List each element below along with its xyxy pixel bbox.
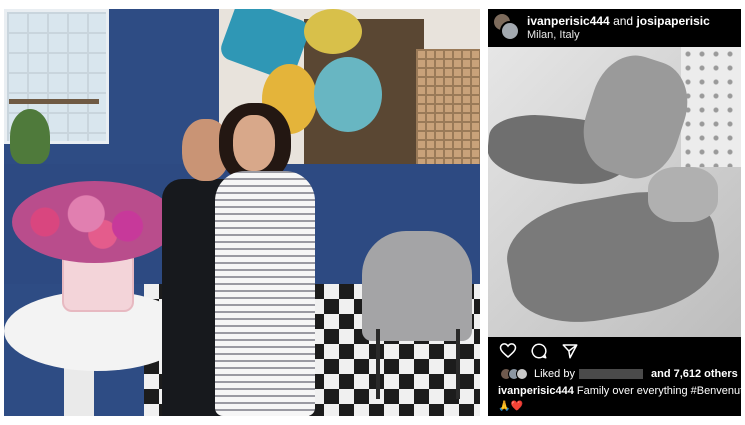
location-link[interactable]: Milan, Italy [527, 29, 580, 41]
woman [209, 103, 319, 416]
username-joiner: and [613, 14, 634, 28]
baby-hand [648, 167, 718, 222]
wall-shelf [9, 99, 99, 104]
post-header: ivanperisic444 and josipaperisic Milan, … [488, 9, 741, 47]
yellow-balloon [304, 9, 362, 54]
redacted-username [578, 369, 643, 379]
avatar[interactable] [500, 21, 520, 41]
instagram-post: ivanperisic444 and josipaperisic Milan, … [488, 9, 741, 416]
baby-clothing [681, 47, 741, 167]
comment-icon[interactable] [530, 342, 548, 360]
teal-balloon [314, 57, 382, 132]
post-caption: ivanperisic444 Family over everything #B… [498, 385, 741, 397]
post-actions [488, 339, 741, 363]
username-link[interactable]: ivanperisic444 [527, 14, 610, 28]
username-link[interactable]: josipaperisic [636, 14, 709, 28]
heart-icon[interactable] [499, 342, 517, 360]
couple-photo [4, 9, 480, 416]
caption-text: Family over everything #Benvenuto [576, 385, 741, 397]
plant [10, 109, 50, 164]
likes-count[interactable]: and 7,612 others [651, 368, 738, 380]
post-usernames: ivanperisic444 and josipaperisic [527, 14, 710, 28]
share-icon[interactable] [561, 342, 579, 360]
caption-emojis: 🙏❤️ [498, 401, 523, 412]
chair-leg [376, 329, 380, 399]
flower-bouquet [12, 181, 177, 263]
grey-chair [362, 231, 472, 341]
liker-avatar [516, 368, 528, 380]
caption-username[interactable]: ivanperisic444 [498, 385, 574, 397]
liked-by-label: Liked by [534, 368, 575, 380]
post-image[interactable] [488, 47, 741, 337]
likes-summary[interactable]: Liked by and 7,612 others [500, 368, 738, 380]
chair-leg [456, 329, 460, 399]
